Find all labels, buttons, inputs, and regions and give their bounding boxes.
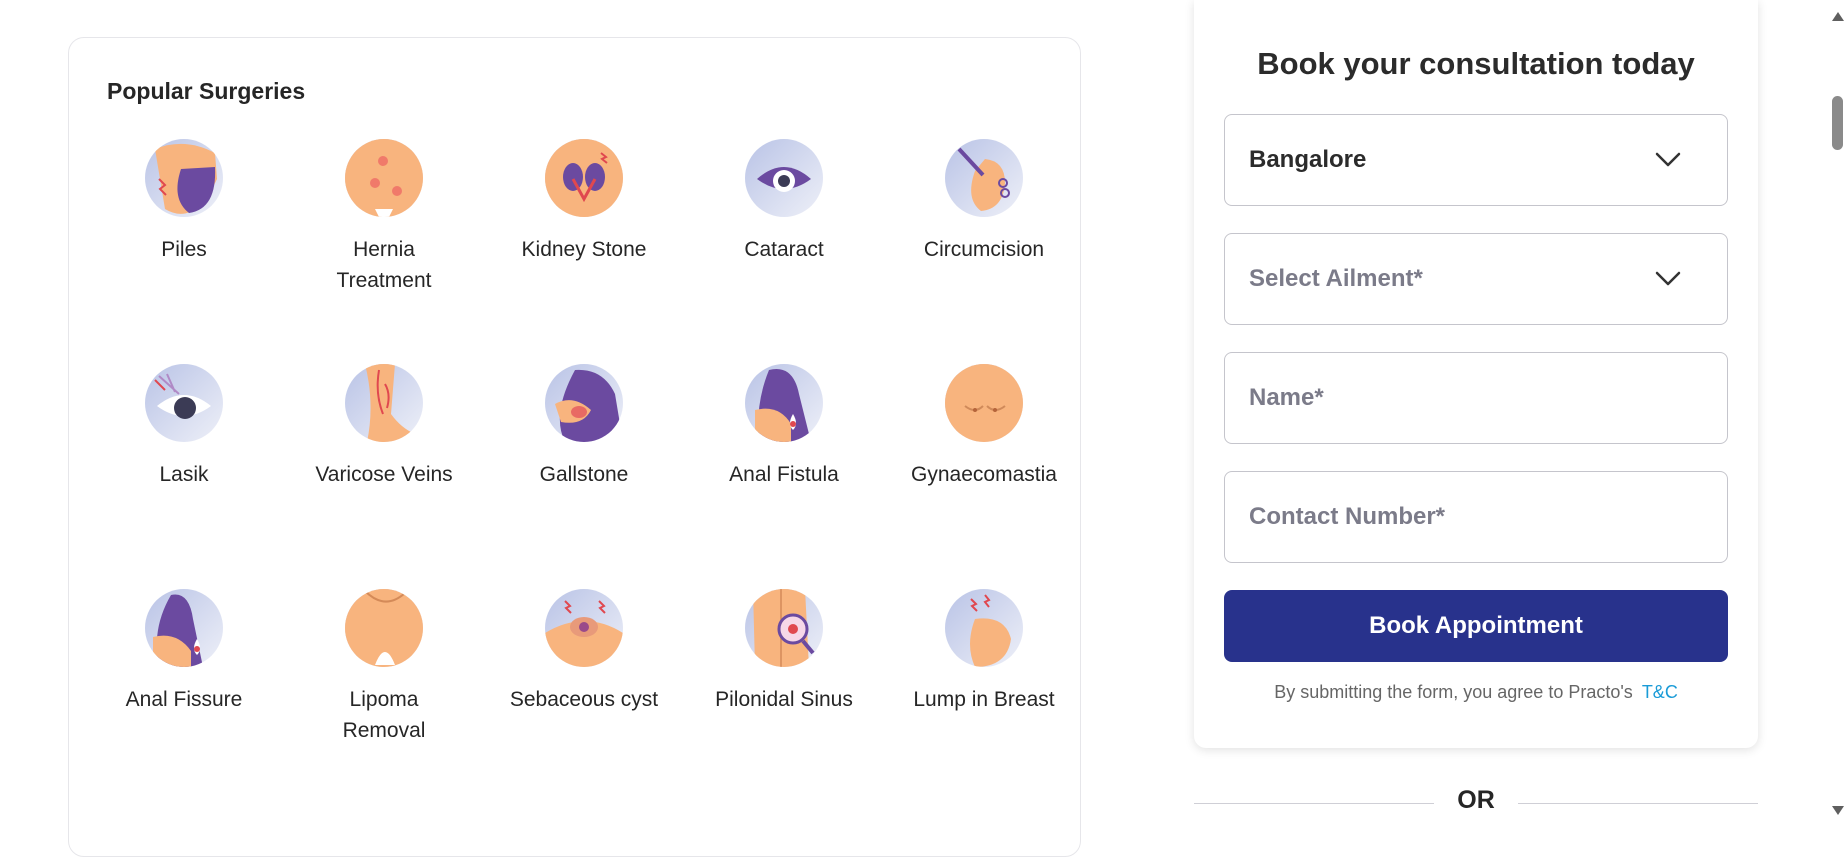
scrollbar-thumb[interactable] (1832, 96, 1843, 150)
surgery-label: Gynaecomastia (911, 463, 1057, 486)
divider-line (1518, 803, 1758, 804)
scroll-down-arrow-icon[interactable] (1832, 806, 1844, 815)
top-cut-text (106, 0, 406, 6)
surgery-label: Anal Fissure (125, 688, 243, 711)
surgery-item[interactable]: Piles (84, 139, 284, 364)
surgery-item[interactable]: Pilonidal Sinus (684, 589, 884, 814)
chevron-down-icon (1655, 152, 1681, 167)
page-scrollbar[interactable] (1826, 0, 1848, 827)
or-text: OR (1457, 786, 1495, 814)
contact-number-field[interactable]: Contact Number* (1224, 471, 1728, 563)
terms-text: By submitting the form, you agree to Pra… (1274, 682, 1633, 702)
surgery-item[interactable]: Sebaceous cyst (484, 589, 684, 814)
book-appointment-button[interactable]: Book Appointment (1224, 590, 1728, 662)
gynaecomastia-icon (945, 364, 1023, 442)
surgery-label: Lump in Breast (913, 688, 1055, 711)
piles-icon (145, 139, 223, 217)
kidney-stone-icon (545, 139, 623, 217)
surgery-label: Cataract (744, 238, 824, 261)
surgery-label: Anal Fistula (729, 463, 839, 486)
surgery-item[interactable]: Circumcision (884, 139, 1084, 364)
name-field[interactable]: Name* (1224, 352, 1728, 444)
name-placeholder: Name* (1249, 384, 1324, 411)
surgery-item[interactable]: Hernia Treatment (284, 139, 484, 364)
cataract-icon (745, 139, 823, 217)
surgery-label: Pilonidal Sinus (715, 688, 853, 711)
city-value: Bangalore (1249, 146, 1367, 173)
surgery-label: Lasik (159, 463, 209, 486)
surgery-item[interactable]: Lipoma Removal (284, 589, 484, 814)
surgery-label: Kidney Stone (521, 238, 647, 261)
surgery-item[interactable]: Lump in Breast (884, 589, 1084, 814)
surgery-label: Circumcision (923, 238, 1045, 261)
scroll-up-arrow-icon[interactable] (1832, 12, 1844, 21)
booking-title: Book your consultation today (1257, 46, 1695, 81)
surgery-item[interactable]: Lasik (84, 364, 284, 589)
city-select[interactable]: Bangalore (1224, 114, 1728, 206)
contact-placeholder: Contact Number* (1249, 503, 1446, 530)
ailment-select[interactable]: Select Ailment* (1224, 233, 1728, 325)
surgery-label: Gallstone (539, 463, 629, 486)
section-title: Popular Surgeries (107, 78, 306, 104)
gallstone-icon (545, 364, 623, 442)
surgery-item[interactable]: Cataract (684, 139, 884, 364)
surgery-item[interactable]: Anal Fistula (684, 364, 884, 589)
surgery-item[interactable]: Kidney Stone (484, 139, 684, 364)
surgeries-grid: Piles Hernia Treatment Kidney Stone Catarac… (84, 139, 1084, 814)
surgery-item[interactable]: Gallstone (484, 364, 684, 589)
or-divider: OR (1194, 786, 1758, 820)
anal-fistula-icon (745, 364, 823, 442)
breast-lump-icon (945, 589, 1023, 667)
surgery-label: Sebaceous cyst (509, 688, 659, 711)
popular-surgeries-card: Popular Surgeries Piles Hernia Treatment K… (68, 37, 1081, 857)
ailment-placeholder: Select Ailment* (1249, 265, 1423, 292)
surgery-item[interactable]: Varicose Veins (284, 364, 484, 589)
lipoma-icon (345, 589, 423, 667)
surgery-label: Hernia Treatment (336, 238, 432, 292)
surgery-label: Lipoma Removal (342, 688, 426, 742)
anal-fissure-icon (145, 589, 223, 667)
terms-note: By submitting the form, you agree to Pra… (1194, 682, 1758, 703)
chevron-down-icon (1655, 271, 1681, 286)
surgery-item[interactable]: Gynaecomastia (884, 364, 1084, 589)
booking-card: Book your consultation today Bangalore S… (1194, 0, 1758, 748)
surgery-item[interactable]: Anal Fissure (84, 589, 284, 814)
hernia-icon (345, 139, 423, 217)
surgery-label: Varicose Veins (315, 463, 453, 486)
varicose-veins-icon (345, 364, 423, 442)
lasik-icon (145, 364, 223, 442)
terms-link[interactable]: T&C (1642, 682, 1678, 702)
pilonidal-sinus-icon (745, 589, 823, 667)
circumcision-icon (945, 139, 1023, 217)
surgery-label: Piles (161, 238, 207, 261)
sebaceous-cyst-icon (545, 589, 623, 667)
